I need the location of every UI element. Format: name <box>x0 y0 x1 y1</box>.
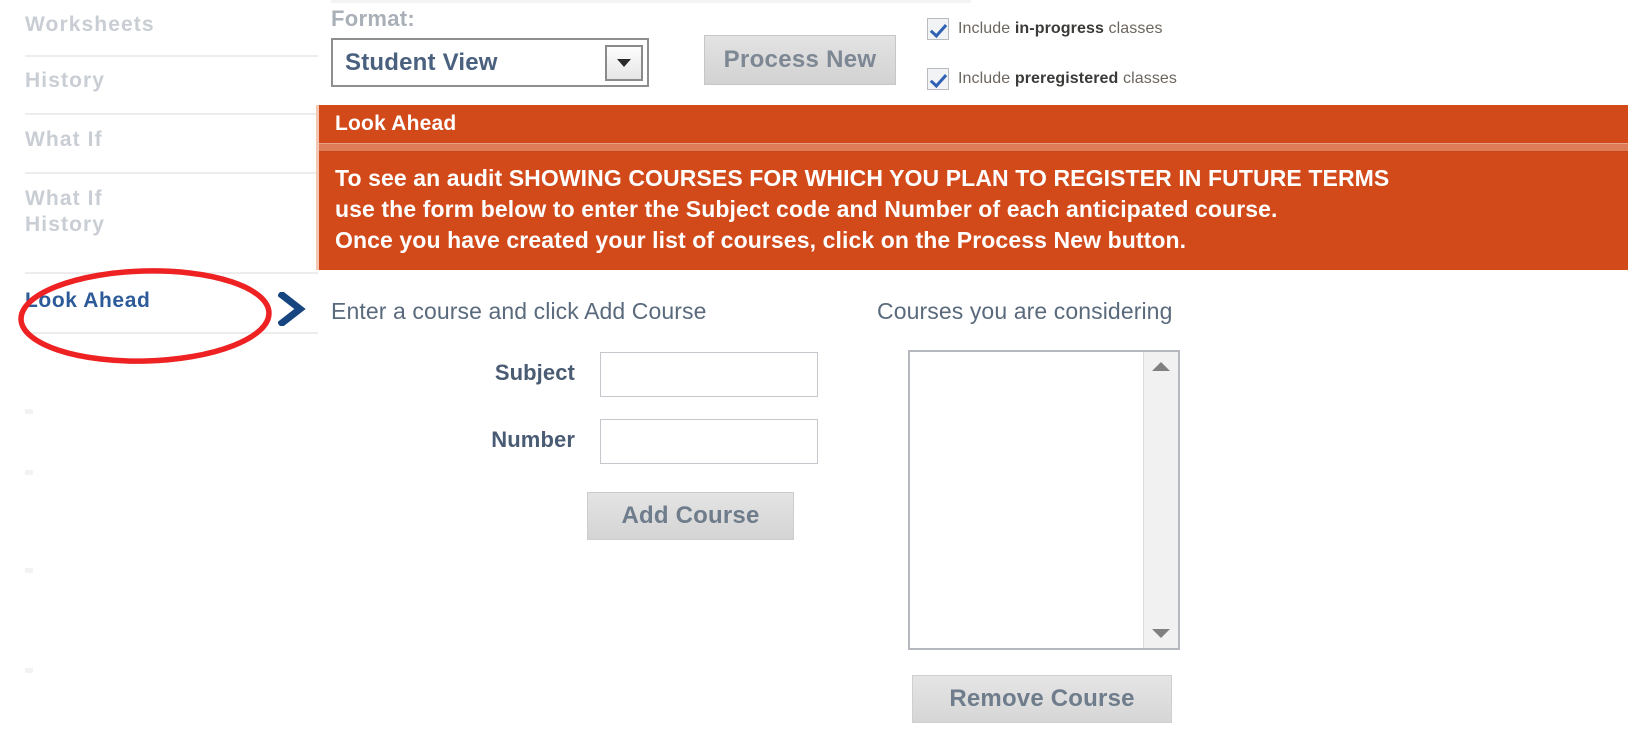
form-hint: Enter a course and click Add Course <box>331 298 707 324</box>
courses-considering-listbox[interactable] <box>908 350 1180 650</box>
subject-input[interactable] <box>600 352 818 397</box>
sidebar-item-worksheets[interactable]: Worksheets <box>25 12 320 38</box>
sidebar-divider <box>25 272 318 274</box>
top-edge-strip <box>331 0 971 3</box>
banner-title: Look Ahead <box>335 112 457 135</box>
sidebar-divider <box>25 172 318 174</box>
sidebar-divider <box>25 55 318 57</box>
banner-rule <box>319 143 1628 152</box>
include-preregistered-label: Include preregistered classes <box>958 70 1178 87</box>
process-new-button[interactable]: Process New <box>704 35 896 85</box>
sidebar-ghost-marker <box>25 568 33 573</box>
banner-body: To see an audit SHOWING COURSES FOR WHIC… <box>335 165 1390 253</box>
sidebar-item-history[interactable]: History <box>25 68 320 94</box>
remove-course-button[interactable]: Remove Course <box>912 675 1172 723</box>
include-in-progress-label: Include in-progress classes <box>958 20 1163 37</box>
sidebar-divider <box>25 113 318 115</box>
sidebar-ghost-marker <box>25 409 33 414</box>
include-preregistered-row[interactable]: Include preregistered classes <box>927 68 1177 90</box>
main-content: Format: Student View Process New Include… <box>316 0 1628 736</box>
triangle-down-icon[interactable] <box>1152 629 1170 638</box>
annotation-ellipse-icon <box>18 268 272 364</box>
listbox-scrollbar[interactable] <box>1143 352 1178 648</box>
number-label: Number <box>491 427 575 452</box>
sidebar-ghost-marker <box>25 470 33 475</box>
format-select-value: Student View <box>345 49 498 76</box>
checkbox-include-in-progress[interactable] <box>927 18 949 40</box>
sidebar-item-look-ahead[interactable]: Look Ahead <box>25 288 320 314</box>
look-ahead-banner: Look Ahead To see an audit SHOWING COURS… <box>316 105 1628 270</box>
triangle-up-icon[interactable] <box>1152 362 1170 371</box>
sidebar: Worksheets History What If What If Histo… <box>0 0 320 736</box>
sidebar-ghost-marker <box>25 668 33 673</box>
sidebar-item-what-if[interactable]: What If <box>25 127 320 153</box>
sidebar-item-what-if-history[interactable]: What If History <box>25 186 320 238</box>
format-label: Format: <box>331 6 415 31</box>
include-in-progress-row[interactable]: Include in-progress classes <box>927 18 1163 40</box>
courses-considering-label: Courses you are considering <box>877 298 1173 324</box>
checkbox-include-preregistered[interactable] <box>927 68 949 90</box>
subject-label: Subject <box>494 360 575 385</box>
format-select[interactable]: Student View <box>331 38 649 87</box>
add-course-button[interactable]: Add Course <box>587 492 794 540</box>
number-input[interactable] <box>600 419 818 464</box>
chevron-down-icon[interactable] <box>605 45 643 81</box>
chevron-right-icon[interactable] <box>278 292 308 326</box>
sidebar-divider <box>25 332 318 334</box>
